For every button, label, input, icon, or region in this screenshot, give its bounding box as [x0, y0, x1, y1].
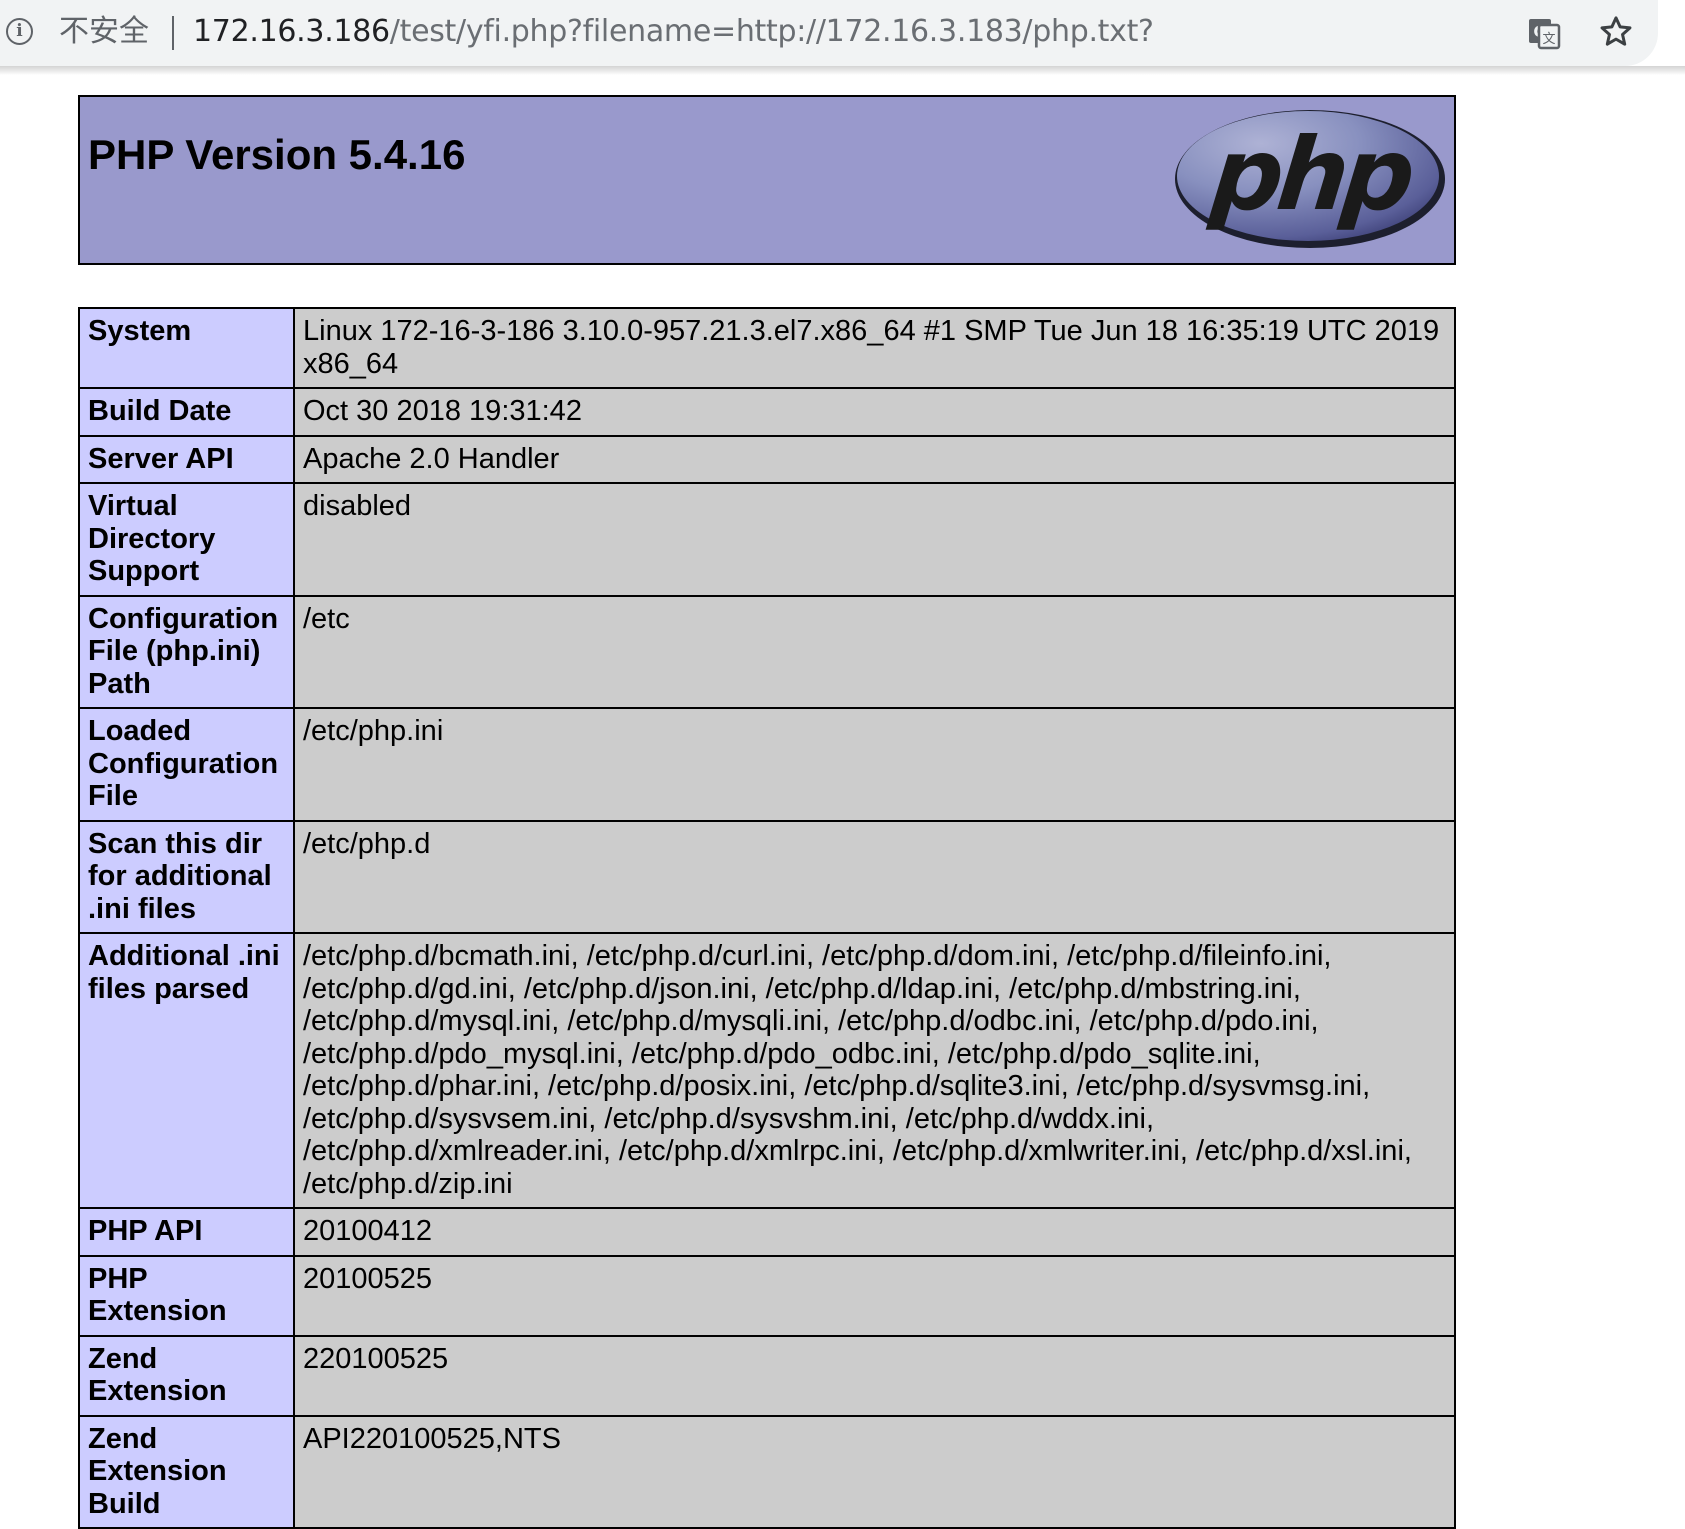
- table-row: Server API Apache 2.0 Handler: [78, 434, 1456, 484]
- setting-value: Linux 172-16-3-186 3.10.0-957.21.3.el7.x…: [293, 307, 1456, 389]
- php-logo[interactable]: php: [1172, 107, 1448, 252]
- setting-value: /etc/php.d: [293, 819, 1456, 934]
- setting-name: Server API: [78, 434, 295, 484]
- table-row: Additional .ini files parsed/etc/php.d/b…: [78, 932, 1456, 1209]
- php-logo-text: php: [1206, 116, 1415, 233]
- setting-name: Additional .ini files parsed: [78, 932, 295, 1209]
- table-row: Configuration File (php.ini) Path/etc: [78, 594, 1456, 709]
- setting-name: Loaded Configuration File: [78, 707, 295, 822]
- url-host: 172.16.3.186: [193, 14, 390, 49]
- bookmark-star-icon[interactable]: [1598, 14, 1634, 50]
- table-row: Loaded Configuration File/etc/php.ini: [78, 707, 1456, 822]
- setting-name: Zend Extension: [78, 1334, 295, 1417]
- table-row: Zend Extension 220100525: [78, 1334, 1456, 1417]
- setting-value: 20100412: [293, 1207, 1456, 1257]
- setting-value: Oct 30 2018 19:31:42: [293, 387, 1456, 437]
- setting-name: Virtual Directory Support: [78, 482, 295, 597]
- setting-name: Scan this dir for additional .ini files: [78, 819, 295, 934]
- setting-value: /etc/php.d/bcmath.ini, /etc/php.d/curl.i…: [293, 932, 1456, 1209]
- setting-name: System: [78, 307, 295, 389]
- table-row: Virtual Directory Support disabled: [78, 482, 1456, 597]
- svg-text:文: 文: [1542, 32, 1555, 47]
- php-version-header: PHP Version 5.4.16 php: [78, 95, 1456, 265]
- setting-value: Apache 2.0 Handler: [293, 434, 1456, 484]
- setting-name: Zend Extension Build: [78, 1414, 295, 1529]
- url-path: /test/yfi.php?filename=http://172.16.3.1…: [389, 14, 1154, 49]
- setting-value: /etc/php.ini: [293, 707, 1456, 822]
- address-bar-shadow: [0, 66, 1685, 75]
- table-row: Scan this dir for additional .ini files /…: [78, 819, 1456, 934]
- table-row: PHP API 20100412: [78, 1207, 1456, 1257]
- setting-value: 20100525: [293, 1254, 1456, 1337]
- setting-value: API220100525,NTS: [293, 1414, 1456, 1529]
- table-row: System Linux 172-16-3-186 3.10.0-957.21.3…: [78, 307, 1456, 389]
- not-secure-label[interactable]: 不安全: [59, 14, 149, 50]
- table-row: PHP Extension 20100525: [78, 1254, 1456, 1337]
- setting-value: 220100525: [293, 1334, 1456, 1417]
- phpinfo-table: System Linux 172-16-3-186 3.10.0-957.21.3…: [78, 307, 1456, 1529]
- setting-value: disabled: [293, 482, 1456, 597]
- table-row: Build Date Oct 30 2018 19:31:42: [78, 387, 1456, 437]
- url-text[interactable]: 172.16.3.186/test/yfi.php?filename=http:…: [193, 14, 1154, 50]
- setting-name: Build Date: [78, 387, 295, 437]
- url-divider: [172, 16, 174, 50]
- setting-name: PHP Extension: [78, 1254, 295, 1337]
- setting-name: PHP API: [78, 1207, 295, 1257]
- page-title: PHP Version 5.4.16: [88, 131, 466, 178]
- setting-value: /etc: [293, 594, 1456, 709]
- setting-name: Configuration File (php.ini) Path: [78, 594, 295, 709]
- info-icon[interactable]: i: [6, 18, 33, 45]
- translate-icon[interactable]: G 文: [1526, 15, 1562, 51]
- table-row: Zend Extension Build API220100525,NTS: [78, 1414, 1456, 1529]
